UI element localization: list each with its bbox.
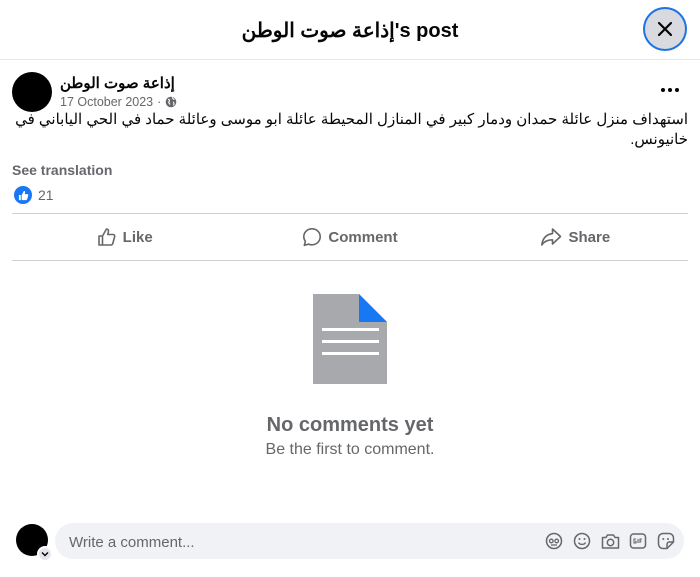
- see-translation-link[interactable]: See translation: [12, 162, 112, 178]
- share-button[interactable]: Share: [463, 214, 688, 260]
- post-actions-bar: Like Comment Share: [12, 213, 688, 261]
- composer-tools: [544, 531, 676, 551]
- globe-icon: [165, 96, 177, 108]
- like-label: Like: [122, 228, 153, 246]
- document-icon: [313, 294, 387, 384]
- like-reaction-icon: [14, 186, 32, 204]
- reaction-count: 21: [38, 187, 54, 203]
- close-icon: [657, 21, 673, 37]
- dialog-header: إذاعة صوت الوطن's post: [0, 0, 700, 60]
- like-button[interactable]: Like: [12, 214, 237, 260]
- post-meta: 17 October 2023 ·: [60, 95, 177, 109]
- more-options-button[interactable]: [654, 78, 686, 102]
- comment-bubble-icon: [303, 228, 322, 247]
- emoji-icon[interactable]: [572, 531, 592, 551]
- sticker-icon[interactable]: [656, 531, 676, 551]
- meta-separator: ·: [157, 95, 162, 109]
- comment-button[interactable]: Comment: [237, 214, 462, 260]
- author-avatar[interactable]: [12, 72, 52, 112]
- camera-icon[interactable]: [600, 531, 620, 551]
- author-name[interactable]: إذاعة صوت الوطن: [60, 74, 175, 92]
- share-arrow-icon: [541, 228, 562, 246]
- reactions-summary[interactable]: 21: [14, 186, 54, 204]
- chevron-down-icon[interactable]: [37, 546, 53, 562]
- comment-label: Comment: [328, 228, 398, 246]
- comment-composer: [0, 512, 700, 577]
- more-options-icon: [661, 88, 679, 92]
- empty-subtitle: Be the first to comment.: [265, 441, 435, 458]
- empty-comments-state: No comments yet Be the first to comment.: [0, 294, 700, 459]
- share-label: Share: [568, 228, 611, 246]
- comment-box[interactable]: [55, 523, 684, 561]
- thumbs-up-icon: [97, 228, 116, 246]
- post-date[interactable]: 17 October 2023: [60, 95, 153, 109]
- comment-input[interactable]: [67, 523, 511, 561]
- empty-title: No comments yet: [266, 414, 434, 436]
- gif-icon[interactable]: [628, 531, 648, 551]
- dialog-title: إذاعة صوت الوطن's post: [241, 20, 459, 42]
- post-text: استهداف منزل عائلة حمدان ودمار كبير في ا…: [15, 111, 688, 148]
- close-button[interactable]: [645, 9, 685, 49]
- avatar-sticker-icon[interactable]: [544, 531, 564, 551]
